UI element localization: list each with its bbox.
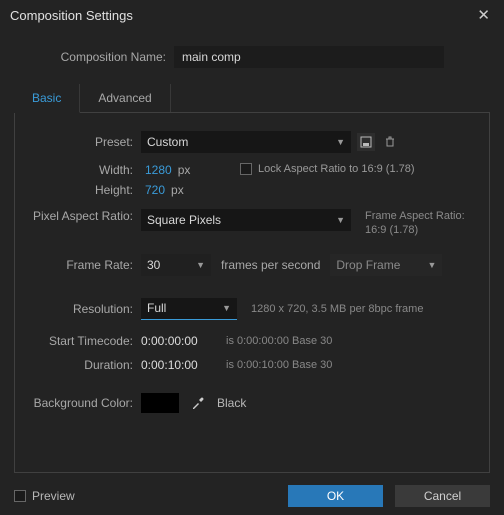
lock-aspect-checkbox[interactable] [240, 163, 252, 175]
par-dropdown[interactable]: Square Pixels ▼ [141, 209, 351, 231]
chevron-down-icon: ▼ [222, 303, 231, 313]
eyedropper-icon[interactable] [187, 392, 209, 414]
chevron-down-icon: ▼ [336, 137, 345, 147]
start-tc-hint: is 0:00:00:00 Base 30 [226, 335, 332, 347]
dialog-title: Composition Settings [10, 8, 133, 23]
fps-value: 30 [147, 258, 160, 272]
drop-frame-dropdown[interactable]: Drop Frame ▼ [330, 254, 442, 276]
width-value[interactable]: 1280 [141, 163, 176, 177]
bg-color-swatch[interactable] [141, 393, 179, 413]
fps-suffix: frames per second [221, 258, 320, 272]
width-unit: px [178, 163, 191, 177]
preview-checkbox[interactable] [14, 490, 26, 502]
height-label: Height: [25, 183, 141, 197]
far-value: 16:9 (1.78) [365, 223, 465, 237]
comp-name-label: Composition Name: [14, 50, 174, 64]
par-label: Pixel Aspect Ratio: [25, 209, 141, 223]
tab-basic[interactable]: Basic [14, 84, 80, 113]
preview-label: Preview [32, 489, 75, 503]
chevron-down-icon: ▼ [336, 215, 345, 225]
width-label: Width: [25, 163, 141, 177]
preset-label: Preset: [25, 135, 141, 149]
ok-button[interactable]: OK [288, 485, 383, 507]
duration-value[interactable]: 0:00:10:00 [141, 358, 216, 372]
bg-color-label: Background Color: [25, 396, 141, 410]
resolution-hint: 1280 x 720, 3.5 MB per 8bpc frame [251, 303, 423, 315]
height-unit: px [171, 183, 184, 197]
par-value: Square Pixels [147, 213, 221, 227]
close-icon[interactable]: ✕ [471, 4, 496, 26]
preset-value: Custom [147, 135, 188, 149]
fps-value-dropdown[interactable]: 30 ▼ [141, 254, 211, 276]
height-value[interactable]: 720 [141, 183, 169, 197]
resolution-label: Resolution: [25, 302, 141, 316]
cancel-button[interactable]: Cancel [395, 485, 490, 507]
fps-label: Frame Rate: [25, 258, 141, 272]
resolution-value: Full [147, 301, 166, 315]
delete-preset-icon[interactable] [381, 133, 399, 151]
bg-color-name: Black [217, 396, 246, 410]
far-label: Frame Aspect Ratio: [365, 209, 465, 223]
drop-frame-value: Drop Frame [336, 258, 400, 272]
chevron-down-icon: ▼ [196, 260, 205, 270]
save-preset-icon[interactable] [357, 133, 375, 151]
resolution-dropdown[interactable]: Full ▼ [141, 298, 237, 320]
comp-name-input[interactable] [174, 46, 444, 68]
start-tc-label: Start Timecode: [25, 334, 141, 348]
start-tc-value[interactable]: 0:00:00:00 [141, 334, 216, 348]
duration-hint: is 0:00:10:00 Base 30 [226, 359, 332, 371]
lock-aspect-label: Lock Aspect Ratio to 16:9 (1.78) [258, 163, 415, 175]
tab-advanced[interactable]: Advanced [80, 84, 170, 112]
chevron-down-icon: ▼ [427, 260, 436, 270]
preset-dropdown[interactable]: Custom ▼ [141, 131, 351, 153]
duration-label: Duration: [25, 358, 141, 372]
